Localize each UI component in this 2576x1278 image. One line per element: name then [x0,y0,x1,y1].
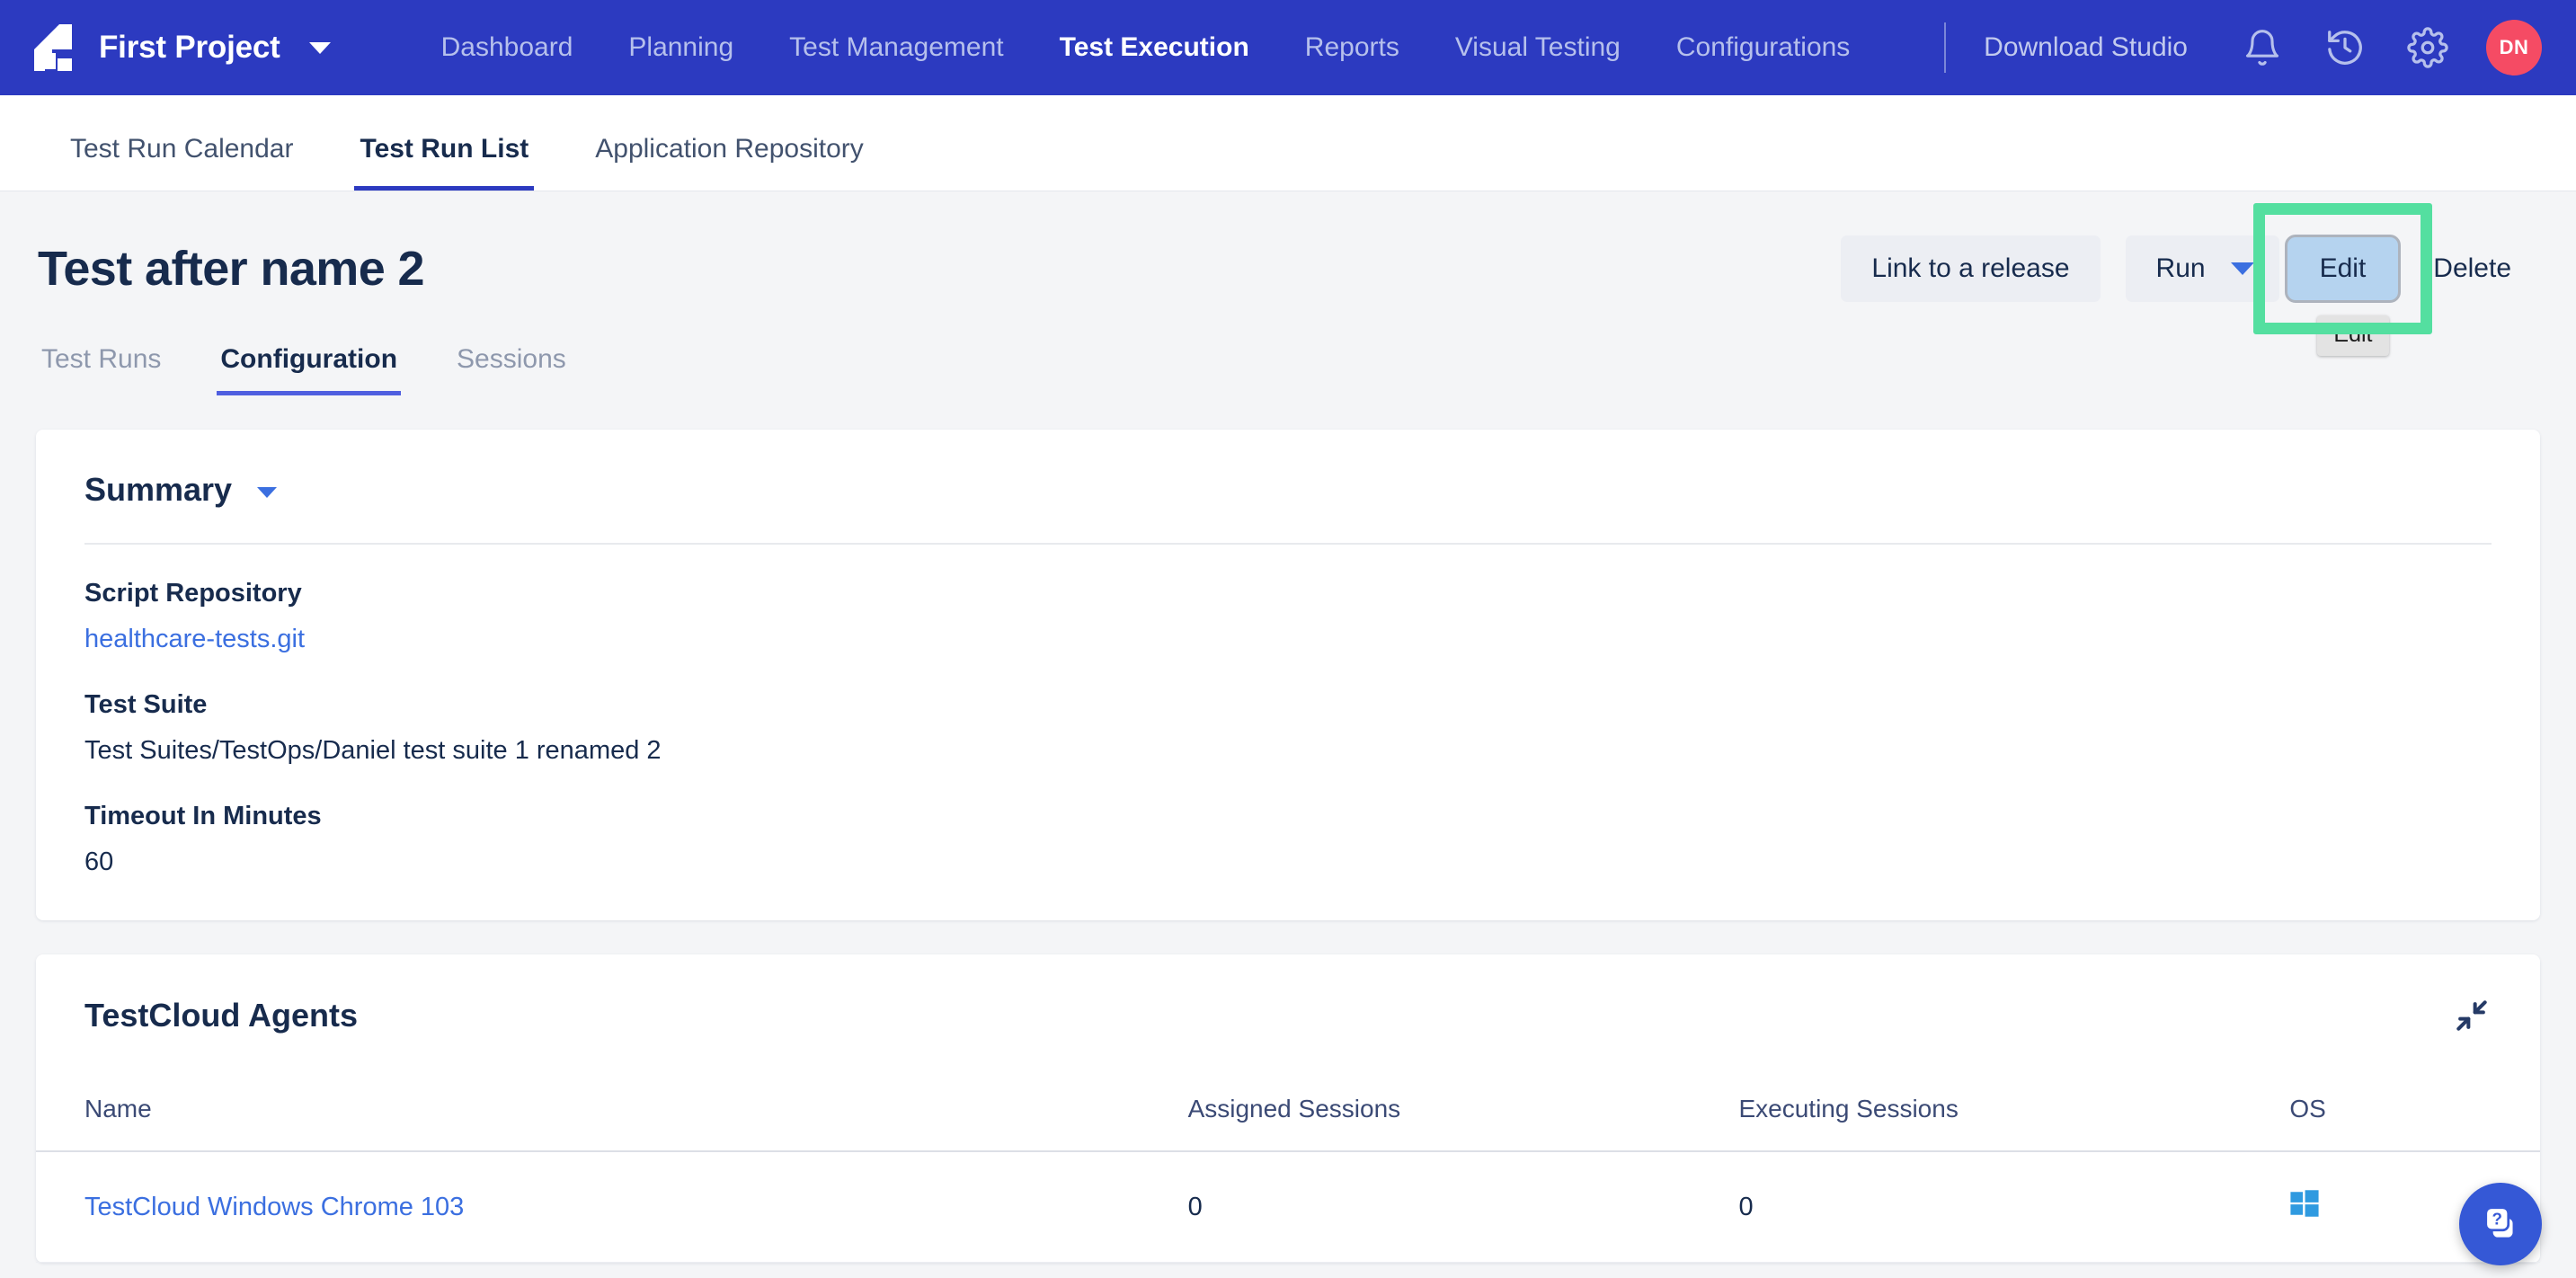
menu-item-visual-testing[interactable]: Visual Testing [1427,32,1648,63]
help-support-button[interactable]: ? [2459,1183,2542,1265]
column-header-name[interactable]: Name [36,1069,1188,1151]
field-test-suite: Test Suite Test Suites/TestOps/Daniel te… [84,690,2492,766]
run-button[interactable]: Run [2126,235,2222,302]
run-button-group: Run [2126,235,2279,302]
menu-item-planning[interactable]: Planning [600,32,761,63]
tab-test-runs[interactable]: Test Runs [38,344,164,395]
project-name: First Project [99,30,280,66]
svg-text:?: ? [2492,1209,2502,1228]
run-dropdown-toggle[interactable] [2222,244,2279,293]
agents-card-title: TestCloud Agents [84,997,358,1034]
tab-test-run-calendar[interactable]: Test Run Calendar [65,134,298,191]
windows-icon [2289,1196,2320,1225]
agents-table-body: TestCloud Windows Chrome 103 0 0 [36,1151,2540,1263]
agent-name-cell: TestCloud Windows Chrome 103 [36,1151,1188,1263]
summary-card-body: Script Repository healthcare-tests.git T… [36,545,2540,920]
menu-item-test-management[interactable]: Test Management [761,32,1031,63]
help-question-icon: ? [2478,1200,2523,1249]
timeout-value: 60 [84,848,2492,877]
page-content: Test after name 2 Link to a release Run … [0,191,2576,1263]
top-navigation-bar: First Project Dashboard Planning Test Ma… [0,0,2576,95]
column-header-os[interactable]: OS [2289,1069,2540,1151]
download-studio-link[interactable]: Download Studio [1984,32,2188,63]
test-suite-value: Test Suites/TestOps/Daniel test suite 1 … [84,736,2492,766]
link-to-release-button[interactable]: Link to a release [1841,235,2100,302]
page-actions: Link to a release Run Edit Delete [1841,235,2538,303]
edit-button[interactable]: Edit [2285,235,2402,303]
agents-card-header: TestCloud Agents [36,954,2540,1069]
agents-table: Name Assigned Sessions Executing Session… [36,1069,2540,1263]
field-script-repository: Script Repository healthcare-tests.git [84,579,2492,654]
page-header-row: Test after name 2 Link to a release Run … [38,191,2538,303]
menu-item-test-execution[interactable]: Test Execution [1032,32,1277,63]
summary-title-row: Summary [84,471,277,509]
script-repository-link[interactable]: healthcare-tests.git [84,625,2492,654]
caret-down-icon [2231,262,2254,275]
field-label: Test Suite [84,690,2492,720]
field-label: Script Repository [84,579,2492,608]
field-timeout-in-minutes: Timeout In Minutes 60 [84,802,2492,877]
table-row: TestCloud Windows Chrome 103 0 0 [36,1151,2540,1263]
summary-card: Summary Script Repository healthcare-tes… [36,430,2540,920]
page-title: Test after name 2 [38,241,424,297]
chevron-down-icon[interactable] [257,487,277,498]
assigned-sessions-cell: 0 [1188,1151,1739,1263]
nav-right-cluster: Download Studio DN [1944,20,2542,75]
edit-tooltip: Edit [2317,315,2388,356]
summary-card-title: Summary [84,471,232,509]
table-header-row: Name Assigned Sessions Executing Session… [36,1069,2540,1151]
brand-block: First Project [34,22,331,73]
tab-configuration[interactable]: Configuration [217,344,401,395]
chevron-down-icon[interactable] [309,42,331,54]
agents-table-head: Name Assigned Sessions Executing Session… [36,1069,2540,1151]
testcloud-agents-card: TestCloud Agents Name Assigned Sessions … [36,954,2540,1263]
column-header-executing-sessions[interactable]: Executing Sessions [1738,1069,2289,1151]
tab-sessions[interactable]: Sessions [453,344,570,395]
tab-application-repository[interactable]: Application Repository [590,134,869,191]
menu-item-reports[interactable]: Reports [1277,32,1427,63]
menu-item-dashboard[interactable]: Dashboard [413,32,601,63]
gear-icon[interactable] [2403,23,2452,72]
history-icon[interactable] [2321,23,2369,72]
collapse-arrows-icon[interactable] [2452,996,2492,1035]
tab-test-run-list[interactable]: Test Run List [354,134,534,191]
edit-button-wrapper: Edit [2285,235,2402,303]
agent-name-link[interactable]: TestCloud Windows Chrome 103 [84,1193,464,1221]
main-menu: Dashboard Planning Test Management Test … [413,32,1945,63]
delete-button[interactable]: Delete [2406,235,2538,302]
menu-item-configurations[interactable]: Configurations [1648,32,1878,63]
bell-icon[interactable] [2238,23,2287,72]
executing-sessions-cell: 0 [1738,1151,2289,1263]
summary-card-header: Summary [36,430,2540,543]
field-label: Timeout In Minutes [84,802,2492,831]
nav-divider [1944,22,1946,73]
avatar[interactable]: DN [2486,20,2542,75]
detail-tab-bar: Test Runs Configuration Sessions [38,344,2538,395]
katalon-logo-icon[interactable] [34,22,76,73]
column-header-assigned-sessions[interactable]: Assigned Sessions [1188,1069,1739,1151]
section-tab-bar: Test Run Calendar Test Run List Applicat… [0,95,2576,191]
